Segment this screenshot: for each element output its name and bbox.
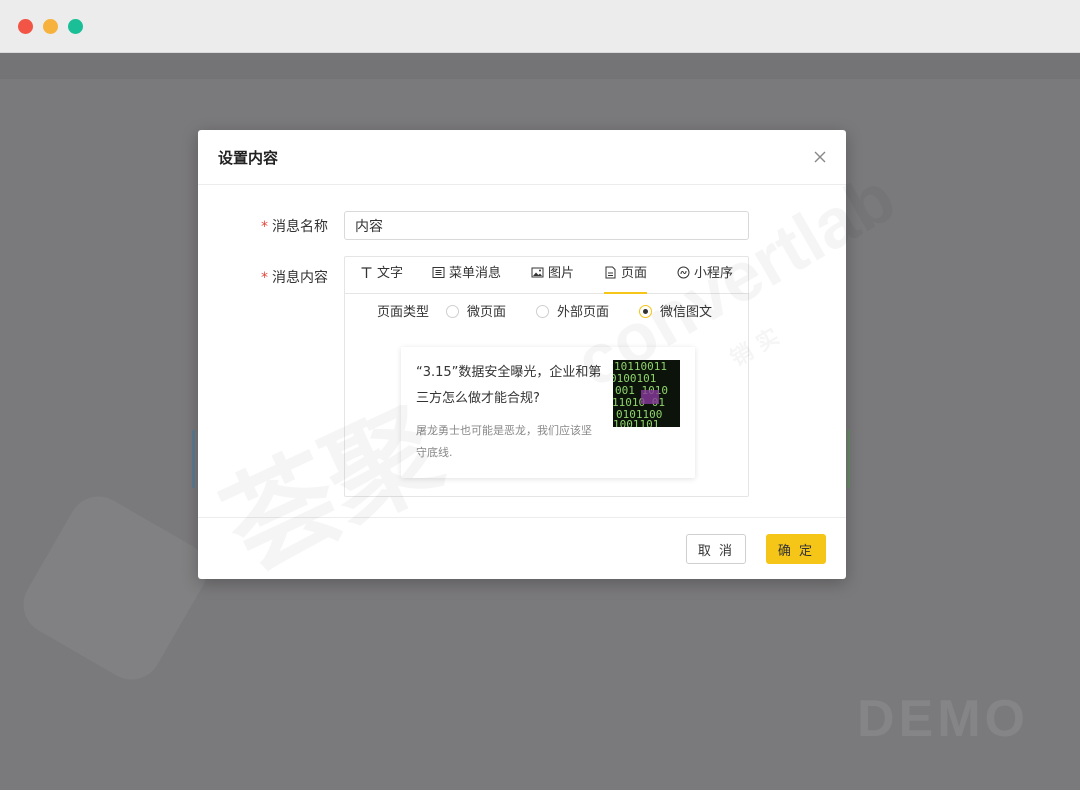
dialog-header: 设置内容	[198, 130, 846, 185]
radio-circle	[446, 305, 459, 318]
message-content-label: * 消息内容	[261, 270, 328, 286]
minimize-window-button[interactable]	[43, 19, 58, 34]
tab-image[interactable]: 图片	[531, 257, 574, 293]
background-element-left	[192, 430, 195, 488]
background-element-right	[847, 430, 850, 488]
svg-text:1001101: 1001101	[613, 418, 659, 427]
page-type-row: 页面类型 微页面 外部页面 微信图文	[345, 294, 748, 326]
tab-text[interactable]: 文字	[360, 257, 403, 293]
confirm-button[interactable]: 确 定	[766, 534, 826, 564]
binary-code-thumbnail-icon: 10110011 0100101 001 1010 11010 01 01011…	[613, 360, 680, 427]
radio-micro-page[interactable]: 微页面	[446, 301, 506, 320]
text-icon	[361, 267, 372, 278]
content-type-tabs: 文字 菜单消息 图片 页面 小程序	[345, 257, 748, 294]
menu-list-icon	[432, 267, 445, 278]
dialog-title: 设置内容	[218, 149, 279, 167]
article-description: 屠龙勇士也可能是恶龙，我们应该坚守底线.	[416, 424, 592, 459]
cancel-button[interactable]: 取 消	[686, 534, 746, 564]
tab-mini-program[interactable]: 小程序	[677, 257, 733, 293]
close-icon[interactable]	[810, 147, 830, 167]
page-icon	[605, 266, 616, 279]
background-logo-shape	[12, 485, 218, 691]
set-content-dialog: 设置内容 *消息名称 *消息内容 文字 菜单消息	[198, 130, 908, 594]
message-name-label: * 消息名称	[261, 219, 328, 235]
message-content-box: 文字 菜单消息 图片 页面 小程序 页面类型 微页面 外部页面 微信图文 “3.…	[344, 256, 749, 497]
close-window-button[interactable]	[18, 19, 33, 34]
maximize-window-button[interactable]	[68, 19, 83, 34]
required-mark: *	[261, 270, 268, 286]
mini-program-icon	[677, 266, 690, 279]
message-name-input[interactable]	[344, 211, 749, 240]
page-type-label: 页面类型	[377, 305, 430, 320]
required-mark: *	[261, 219, 268, 235]
radio-circle	[536, 305, 549, 318]
demo-watermark: DEMO	[857, 690, 1029, 748]
window-title-bar	[0, 0, 1080, 53]
radio-wechat-article[interactable]: 微信图文	[639, 301, 712, 320]
article-preview-card[interactable]: “3.15”数据安全曝光，企业和第三方怎么做才能合规? 屠龙勇士也可能是恶龙，我…	[401, 347, 695, 478]
background-header-strip	[0, 53, 1080, 79]
dialog-footer: 取 消 确 定	[198, 517, 846, 580]
radio-circle-checked	[639, 305, 652, 318]
tab-page[interactable]: 页面	[604, 257, 648, 294]
tab-menu-message[interactable]: 菜单消息	[432, 257, 501, 293]
radio-external-page[interactable]: 外部页面	[536, 301, 609, 320]
article-title: “3.15”数据安全曝光，企业和第三方怎么做才能合规?	[416, 365, 602, 406]
image-icon	[531, 267, 544, 278]
